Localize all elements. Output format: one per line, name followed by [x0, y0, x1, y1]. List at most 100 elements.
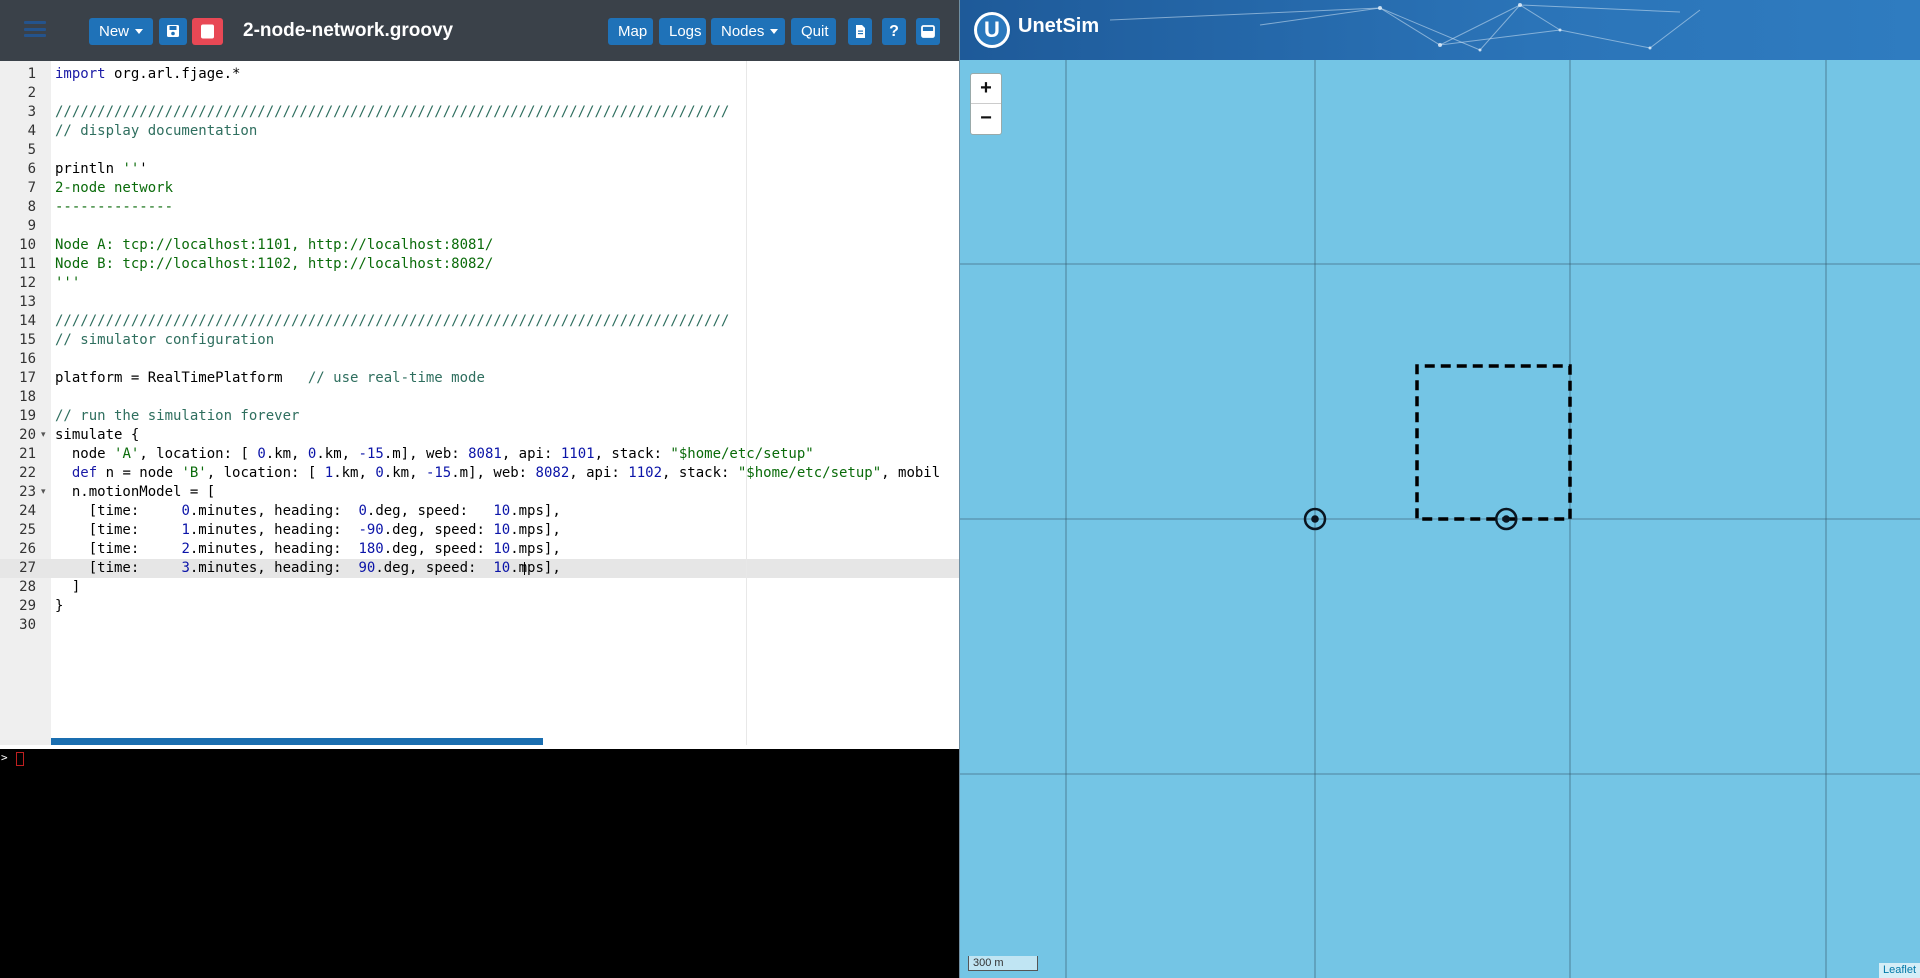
- zoom-control: + −: [970, 73, 1002, 135]
- line-number: 16: [19, 351, 36, 367]
- code-line: // display documentation: [55, 123, 258, 139]
- menu-icon[interactable]: [24, 21, 46, 37]
- line-number: 1: [27, 66, 36, 82]
- line-number: 18: [19, 389, 36, 405]
- line-number: 24: [19, 503, 36, 519]
- panel-button[interactable]: [916, 18, 940, 45]
- map-attribution[interactable]: Leaflet: [1878, 963, 1920, 978]
- code-line: [time: 0.minutes, heading: 0.deg, speed:…: [55, 503, 561, 519]
- code-line: ]: [55, 579, 81, 595]
- line-number: 19: [19, 408, 36, 424]
- code-line: node 'A', location: [ 0.km, 0.km, -15.m]…: [55, 446, 814, 462]
- code-line: simulate {: [55, 427, 140, 443]
- line-number: 3: [27, 104, 36, 120]
- fold-toggle-icon[interactable]: ▾: [41, 426, 46, 445]
- new-label: New: [99, 23, 130, 40]
- code-line: // run the simulation forever: [55, 408, 300, 424]
- document-icon: [856, 25, 865, 38]
- map-label: Map: [618, 23, 648, 40]
- code-line: def n = node 'B', location: [ 1.km, 0.km…: [71, 465, 941, 481]
- line-number: 30: [19, 617, 36, 633]
- line-number: 23: [19, 484, 36, 500]
- line-number: 22: [19, 465, 36, 481]
- line-number: 14: [19, 313, 36, 329]
- chevron-down-icon: [770, 28, 779, 34]
- code-line: Node B: tcp://localhost:1102, http://loc…: [55, 256, 494, 272]
- stop-button[interactable]: [192, 18, 223, 45]
- scale-bar: 300 m: [968, 956, 1038, 971]
- line-number: 21: [19, 446, 36, 462]
- nodes-button[interactable]: Nodes: [711, 18, 785, 45]
- line-number: 27: [19, 560, 36, 576]
- print-margin: [746, 61, 747, 745]
- line-number: 7: [27, 180, 36, 196]
- code-line: [time: 2.minutes, heading: 180.deg, spee…: [55, 541, 561, 557]
- quit-label: Quit: [801, 23, 829, 40]
- console-terminal[interactable]: [0, 749, 959, 978]
- line-number: 5: [27, 142, 36, 158]
- horizontal-scrollbar[interactable]: [51, 738, 543, 745]
- line-number: 17: [19, 370, 36, 386]
- zoom-out-button[interactable]: −: [971, 103, 1001, 133]
- unetsim-logo: U: [972, 10, 1012, 50]
- line-number: 11: [19, 256, 36, 272]
- code-line: platform = RealTimePlatform // use real-…: [55, 370, 485, 386]
- line-number: 12: [19, 275, 36, 291]
- panel-icon: [921, 25, 935, 38]
- file-title: 2-node-network.groovy: [243, 20, 454, 41]
- map-header: U UnetSim: [960, 0, 1920, 60]
- line-number: 20: [19, 427, 36, 443]
- stop-icon: [201, 24, 214, 39]
- code-line: }: [55, 598, 64, 614]
- logs-label: Logs: [669, 23, 702, 40]
- code-line: ////////////////////////////////////////…: [55, 313, 730, 329]
- code-line: ////////////////////////////////////////…: [55, 104, 730, 120]
- line-number: 26: [19, 541, 36, 557]
- map-pane[interactable]: U UnetSim + − 300 m Leaflet: [959, 0, 1920, 978]
- editor-pane: New 2-node-network.groovy Map Logs Nodes…: [0, 0, 959, 978]
- line-number: 10: [19, 237, 36, 253]
- map-canvas[interactable]: [960, 0, 1920, 978]
- new-button[interactable]: New: [89, 18, 153, 45]
- code-line: n.motionModel = [: [55, 484, 216, 500]
- code-line: Node A: tcp://localhost:1101, http://loc…: [55, 237, 494, 253]
- line-number: 28: [19, 579, 36, 595]
- code-line: 2-node network: [55, 180, 174, 196]
- line-number: 25: [19, 522, 36, 538]
- line-number: 8: [27, 199, 36, 215]
- code-line: import org.arl.fjage.*: [55, 66, 241, 82]
- save-icon: [167, 25, 179, 37]
- editor-toolbar: New 2-node-network.groovy Map Logs Nodes…: [0, 0, 959, 61]
- help-icon: ?: [889, 23, 899, 40]
- line-number: 9: [27, 218, 36, 234]
- code-line: [time: 3.minutes, heading: 90.deg, speed…: [55, 560, 561, 576]
- code-line: println ''': [55, 161, 148, 177]
- fold-toggle-icon[interactable]: ▾: [41, 483, 46, 502]
- console-cursor: [16, 752, 24, 766]
- save-button[interactable]: [159, 18, 187, 45]
- nodes-label: Nodes: [721, 23, 765, 40]
- code-line: // simulator configuration: [55, 332, 275, 348]
- line-number: 6: [27, 161, 36, 177]
- map-button[interactable]: Map: [608, 18, 653, 45]
- console-prompt: >: [1, 751, 8, 764]
- line-number: 2: [27, 85, 36, 101]
- help-button[interactable]: ?: [882, 18, 906, 45]
- line-number: 29: [19, 598, 36, 614]
- logs-button[interactable]: Logs: [659, 18, 706, 45]
- line-number: 15: [19, 332, 36, 348]
- line-number: 4: [27, 123, 36, 139]
- zoom-in-button[interactable]: +: [971, 74, 1001, 103]
- line-number: 13: [19, 294, 36, 310]
- brand-name: UnetSim: [1018, 15, 1100, 37]
- code-line: --------------: [55, 199, 174, 215]
- code-editor[interactable]: 1 2 3 4 5 6 7 8 9 10 11 12 13 14 15 16 17 18 19 20 ▾ 21 22 23 ▾ 2…: [0, 61, 959, 745]
- text-cursor: [524, 562, 525, 575]
- code-line: [time: 1.minutes, heading: -90.deg, spee…: [55, 522, 561, 538]
- chevron-down-icon: [135, 28, 144, 34]
- quit-button[interactable]: Quit: [791, 18, 836, 45]
- node-trajectory: [1415, 364, 1572, 521]
- document-button[interactable]: [848, 18, 872, 45]
- header-network-graphic: [1109, 3, 1701, 52]
- code-line: ''': [55, 275, 81, 291]
